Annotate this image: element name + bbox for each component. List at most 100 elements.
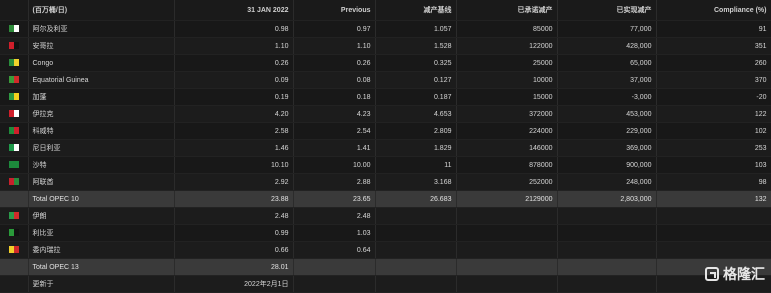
flag-cell <box>0 54 29 72</box>
committed-cell <box>456 224 558 242</box>
empty-cell <box>375 275 457 293</box>
total-name: Total OPEC 13 <box>28 258 175 276</box>
flag-cell <box>0 224 29 242</box>
country-name: Equatorial Guinea <box>28 71 175 89</box>
achieved-cell: 229,000 <box>557 122 657 140</box>
empty-cell <box>293 275 376 293</box>
table-row: 伊拉克 4.20 4.23 4.653 372000 453,000 122 <box>0 105 771 123</box>
flag-cell <box>0 20 29 38</box>
committed-cell <box>456 241 558 259</box>
compliance-cell <box>656 241 771 259</box>
baseline-cell: 0.325 <box>375 54 457 72</box>
baseline-cell <box>375 207 457 225</box>
updated-label: 更新于 <box>28 275 175 293</box>
country-name: 尼日利亚 <box>28 139 175 157</box>
flag-cell <box>0 122 29 140</box>
compliance-cell: 351 <box>656 37 771 55</box>
flag-cell <box>0 156 29 174</box>
achieved-cell: 2,803,000 <box>557 190 657 208</box>
previous-cell: 2.48 <box>293 207 376 225</box>
committed-cell: 85000 <box>456 20 558 38</box>
country-name: 沙特 <box>28 156 175 174</box>
table-row: Equatorial Guinea 0.09 0.08 0.127 10000 37,00… <box>0 71 771 89</box>
compliance-cell <box>656 207 771 225</box>
header-previous: Previous <box>293 0 376 21</box>
value-cell: 0.98 <box>174 20 294 38</box>
table-row: 安哥拉 1.10 1.10 1.528 122000 428,000 351 <box>0 37 771 55</box>
baseline-cell: 1.829 <box>375 139 457 157</box>
table-row: 科威特 2.58 2.54 2.809 224000 229,000 102 <box>0 122 771 140</box>
compliance-cell: 91 <box>656 20 771 38</box>
achieved-cell: 453,000 <box>557 105 657 123</box>
country-flag-icon <box>8 25 19 33</box>
updated-row: 更新于 2022年2月1日 <box>0 275 771 293</box>
table-row: 伊朗 2.48 2.48 <box>0 207 771 225</box>
previous-cell: 23.65 <box>293 190 376 208</box>
previous-cell: 0.26 <box>293 54 376 72</box>
achieved-cell: 65,000 <box>557 54 657 72</box>
table-row: 加蓬 0.19 0.18 0.187 15000 -3,000 -20 <box>0 88 771 106</box>
previous-cell: 2.88 <box>293 173 376 191</box>
country-flag-icon <box>8 127 19 135</box>
compliance-cell: 103 <box>656 156 771 174</box>
previous-cell: 1.10 <box>293 37 376 55</box>
value-cell: 1.46 <box>174 139 294 157</box>
updated-date: 2022年2月1日 <box>174 275 294 293</box>
value-cell: 4.20 <box>174 105 294 123</box>
country-flag-icon <box>8 76 19 84</box>
baseline-cell: 0.187 <box>375 88 457 106</box>
value-cell: 0.99 <box>174 224 294 242</box>
empty-cell <box>293 258 376 276</box>
baseline-cell: 2.809 <box>375 122 457 140</box>
total-opec-10-row: Total OPEC 10 23.88 23.65 26.683 2129000 2,80… <box>0 190 771 208</box>
compliance-cell: 260 <box>656 54 771 72</box>
header-baseline: 减产基线 <box>375 0 457 21</box>
country-flag-icon <box>8 144 19 152</box>
flag-cell <box>0 207 29 225</box>
country-name: Congo <box>28 54 175 72</box>
flag-cell <box>0 173 29 191</box>
previous-cell: 1.03 <box>293 224 376 242</box>
committed-cell: 252000 <box>456 173 558 191</box>
country-name: 伊拉克 <box>28 105 175 123</box>
header-achieved: 已实现减产 <box>557 0 657 21</box>
achieved-cell <box>557 241 657 259</box>
country-flag-icon <box>8 229 19 237</box>
previous-cell: 2.54 <box>293 122 376 140</box>
achieved-cell: 77,000 <box>557 20 657 38</box>
header-unit: (百万桶/日) <box>28 0 175 21</box>
flag-cell <box>0 88 29 106</box>
value-cell: 10.10 <box>174 156 294 174</box>
previous-cell: 1.41 <box>293 139 376 157</box>
total-opec-13-row: Total OPEC 13 28.01 <box>0 258 771 276</box>
header-row: (百万桶/日) 31 JAN 2022 Previous 减产基线 已承诺减产 … <box>0 0 771 21</box>
country-flag-icon <box>8 178 19 186</box>
committed-cell: 224000 <box>456 122 558 140</box>
country-flag-icon <box>8 212 19 220</box>
value-cell: 2.48 <box>174 207 294 225</box>
flag-cell <box>0 190 29 208</box>
table-row: 阿尔及利亚 0.98 0.97 1.057 85000 77,000 91 <box>0 20 771 38</box>
flag-cell <box>0 241 29 259</box>
value-cell: 0.66 <box>174 241 294 259</box>
committed-cell: 15000 <box>456 88 558 106</box>
baseline-cell: 1.057 <box>375 20 457 38</box>
compliance-cell: 370 <box>656 71 771 89</box>
country-name: 利比亚 <box>28 224 175 242</box>
baseline-cell: 4.653 <box>375 105 457 123</box>
achieved-cell: 900,000 <box>557 156 657 174</box>
country-flag-icon <box>8 59 19 67</box>
previous-cell: 0.97 <box>293 20 376 38</box>
country-flag-icon <box>8 110 19 118</box>
baseline-cell: 1.528 <box>375 37 457 55</box>
achieved-cell: -3,000 <box>557 88 657 106</box>
flag-cell <box>0 105 29 123</box>
achieved-cell: 428,000 <box>557 37 657 55</box>
value-cell: 0.26 <box>174 54 294 72</box>
table-row: Congo 0.26 0.26 0.325 25000 65,000 260 <box>0 54 771 72</box>
watermark-text: 格隆汇 <box>723 266 765 282</box>
header-compliance: Compliance (%) <box>656 0 771 21</box>
baseline-cell <box>375 241 457 259</box>
committed-cell: 2129000 <box>456 190 558 208</box>
compliance-cell: 122 <box>656 105 771 123</box>
